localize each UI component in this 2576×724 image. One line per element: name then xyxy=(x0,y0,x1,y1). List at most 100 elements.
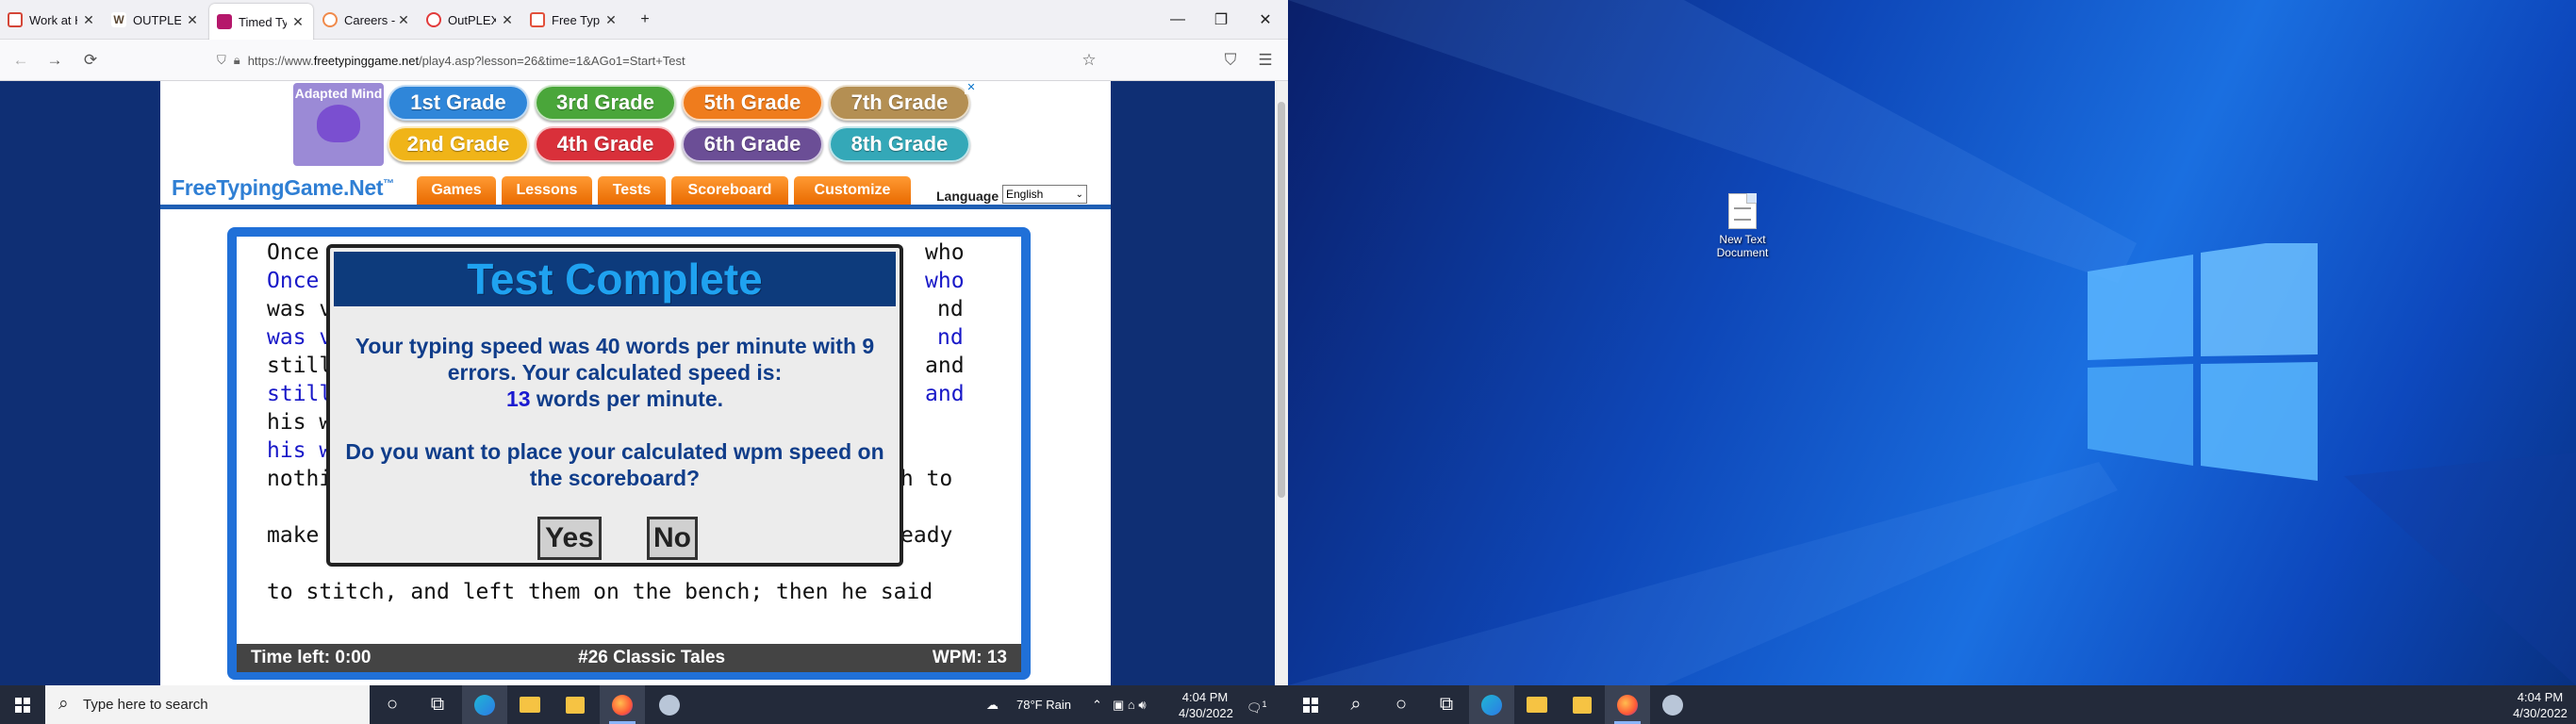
reload-button[interactable]: ⟳ xyxy=(79,49,102,72)
nav-tests[interactable]: Tests xyxy=(598,176,666,205)
adapted-mind-logo: Adapted Mind xyxy=(293,83,384,166)
url-prefix: https://www. xyxy=(247,53,314,68)
language-select[interactable]: English ⌄ xyxy=(1002,185,1087,204)
nav-games[interactable]: Games xyxy=(417,176,496,205)
typed-line-end: and xyxy=(925,382,965,406)
snipping-tool-icon[interactable] xyxy=(1650,685,1695,724)
tab-label: Free Typing Test - Check xyxy=(552,12,600,27)
typing-favicon-icon xyxy=(217,14,232,29)
back-button[interactable]: ← xyxy=(9,49,32,72)
file-label-line-2: Document xyxy=(1716,246,1769,259)
restore-button[interactable]: ❐ xyxy=(1199,0,1243,40)
store-icon[interactable] xyxy=(553,685,598,724)
tab-timed-typing-test[interactable]: Timed Typing Test, a 1 to ✕ xyxy=(209,4,313,40)
ad-banner[interactable]: Adapted Mind 1st Grade 3rd Grade 5th Gra… xyxy=(293,81,978,168)
cortana-icon[interactable]: ○ xyxy=(1379,685,1424,724)
tab-work-at-home[interactable]: Work at Home with OutP ✕ xyxy=(0,0,104,40)
taskbar-right: ⌕ ○ ⧉ 4:04 PM 4/30/2022 xyxy=(1288,685,2576,724)
grade-6-button[interactable]: 6th Grade xyxy=(682,126,823,162)
lock-icon[interactable]: 🔒︎ xyxy=(234,53,240,68)
windows-logo-icon xyxy=(1303,697,1318,713)
search-icon: ⌕ xyxy=(58,694,69,714)
grade-5-button[interactable]: 5th Grade xyxy=(682,85,823,121)
weather-text[interactable]: 78°F Rain xyxy=(1016,697,1071,713)
scrollbar-thumb[interactable] xyxy=(1278,102,1285,498)
close-tab-icon[interactable]: ✕ xyxy=(396,12,411,28)
time-left: Time left: 0:00 xyxy=(251,648,372,667)
browser-nav-bar: ← → ⟳ ⛉ 🔒︎ https://www. freetypinggame.ne… xyxy=(0,40,1288,81)
shield-icon[interactable]: ⛉ xyxy=(217,53,226,68)
task-view-icon[interactable]: ⧉ xyxy=(415,685,460,724)
nav-lessons[interactable]: Lessons xyxy=(502,176,592,205)
start-windows-icon[interactable] xyxy=(0,685,45,724)
page-scrollbar[interactable] xyxy=(1275,81,1288,685)
snipping-tool-icon[interactable] xyxy=(647,685,692,724)
weather-icon[interactable]: ☁ xyxy=(986,697,999,713)
tab-label: Timed Typing Test, a 1 to xyxy=(239,14,287,29)
taskbar-left: ⌕ Type here to search ○ ⧉ ☁ 78°F Rain ⌃ … xyxy=(0,685,1288,724)
grade-2-button[interactable]: 2nd Grade xyxy=(388,126,529,162)
bookmark-star-icon[interactable]: ☆ xyxy=(1078,49,1100,72)
firefox-icon[interactable] xyxy=(600,685,645,724)
close-window-button[interactable]: ✕ xyxy=(1243,0,1288,40)
edge-icon[interactable] xyxy=(462,685,507,724)
grade-3-button[interactable]: 3rd Grade xyxy=(535,85,676,121)
tab-free-typing-test[interactable]: Free Typing Test - Check ✕ xyxy=(522,0,626,40)
menu-icon[interactable]: ☰ xyxy=(1254,49,1277,72)
chevron-up-icon[interactable]: ⌃ xyxy=(1092,697,1102,713)
no-button[interactable]: No xyxy=(647,517,698,560)
grade-1-button[interactable]: 1st Grade xyxy=(388,85,529,121)
notification-icon[interactable]: 🗨︎1 xyxy=(1247,697,1267,716)
source-line: Once xyxy=(267,240,319,265)
taskbar-search-input[interactable]: ⌕ Type here to search xyxy=(45,685,370,724)
url-bar[interactable]: ⛉ 🔒︎ https://www. freetypinggame.net/play… xyxy=(217,46,1094,74)
tab-careers-outplex[interactable]: Careers - OutPLEX ✕ xyxy=(315,0,419,40)
pocket-icon[interactable]: ⛉ xyxy=(1219,49,1242,72)
wpm-readout: WPM: 13 xyxy=(932,648,1007,667)
desktop-file-new-text-document[interactable]: New Text Document xyxy=(1707,193,1778,259)
typed-line: was v xyxy=(267,325,333,350)
clock[interactable]: 4:04 PM 4/30/2022 xyxy=(1179,689,1233,721)
close-tab-icon[interactable]: ✕ xyxy=(500,12,515,28)
close-tab-icon[interactable]: ✕ xyxy=(81,12,96,28)
store-icon[interactable] xyxy=(1560,685,1605,724)
close-tab-icon[interactable]: ✕ xyxy=(603,12,619,28)
tab-outplex[interactable]: OutPLEX ✕ xyxy=(419,0,522,40)
grade-7-button[interactable]: 7th Grade xyxy=(829,85,970,121)
nav-scoreboard[interactable]: Scoreboard xyxy=(671,176,788,205)
close-tab-icon[interactable]: ✕ xyxy=(290,14,305,30)
outplex-favicon-icon xyxy=(322,12,338,27)
task-view-icon[interactable]: ⧉ xyxy=(1424,685,1469,724)
firefox-icon[interactable] xyxy=(1605,685,1650,724)
clock-time: 4:04 PM xyxy=(2517,690,2564,704)
cortana-icon[interactable]: ○ xyxy=(370,685,415,724)
tab-outplex-recruitment[interactable]: W OUTPLEX - RECRUITMEN ✕ xyxy=(104,0,207,40)
grade-4-button[interactable]: 4th Grade xyxy=(535,126,676,162)
nav-customize[interactable]: Customize xyxy=(794,176,911,205)
file-explorer-icon[interactable] xyxy=(507,685,553,724)
dialog-title: Test Complete xyxy=(334,252,896,306)
source-line: still xyxy=(267,354,333,378)
tab-label: OutPLEX xyxy=(448,12,496,27)
language-value: English xyxy=(1006,188,1044,201)
minimize-button[interactable]: — xyxy=(1156,0,1199,40)
site-logo[interactable]: FreeTypingGame.Net™ xyxy=(172,175,394,201)
notification-count: 1 xyxy=(1262,699,1267,709)
clock[interactable]: 4:04 PM 4/30/2022 xyxy=(2512,689,2568,721)
chevron-down-icon: ⌄ xyxy=(1075,189,1083,200)
grade-8-button[interactable]: 8th Grade xyxy=(829,126,970,162)
search-icon[interactable]: ⌕ xyxy=(1333,685,1379,724)
browser-tab-bar: Work at Home with OutP ✕ W OUTPLEX - REC… xyxy=(0,0,1288,40)
close-tab-icon[interactable]: ✕ xyxy=(185,12,200,28)
start-windows-icon[interactable] xyxy=(1288,685,1333,724)
edge-icon[interactable] xyxy=(1469,685,1514,724)
file-explorer-icon[interactable] xyxy=(1514,685,1560,724)
clock-date: 4/30/2022 xyxy=(1179,706,1233,720)
source-line-end: nd xyxy=(937,297,964,321)
system-tray-icons[interactable]: ▣ ⌂ 🔊︎ xyxy=(1113,697,1147,713)
forward-button[interactable]: → xyxy=(43,49,66,72)
source-line-end: who xyxy=(925,240,965,265)
ad-close-icon[interactable]: ✕ xyxy=(965,81,978,94)
new-tab-button[interactable]: + xyxy=(630,0,660,40)
yes-button[interactable]: Yes xyxy=(537,517,602,560)
